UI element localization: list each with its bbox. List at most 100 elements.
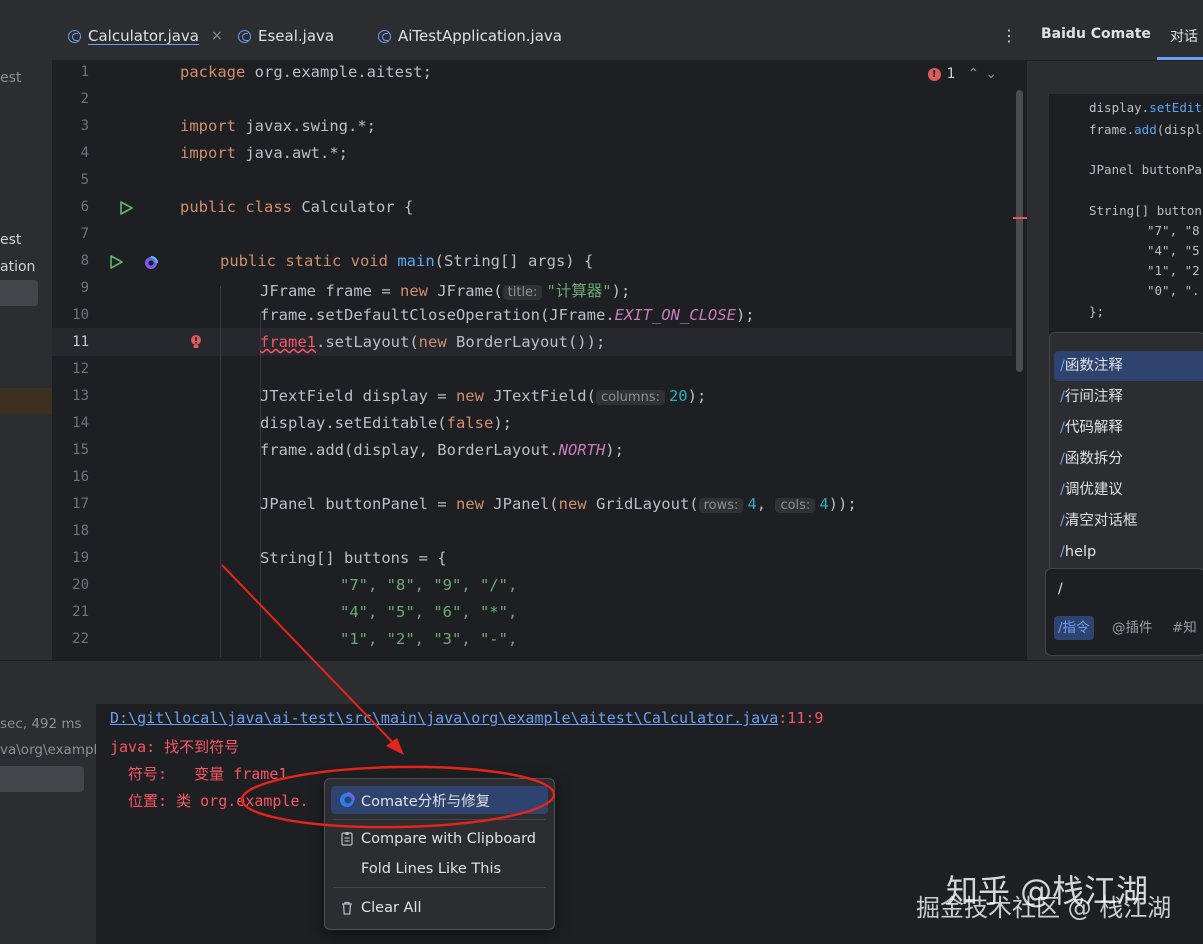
project-highlight-row[interactable]	[0, 388, 52, 414]
command-item[interactable]: /help	[1060, 537, 1096, 567]
tab-label: Calculator.java	[88, 27, 199, 45]
editor-scrollbar[interactable]	[1016, 90, 1023, 372]
project-item[interactable]: ation	[0, 259, 35, 275]
code-text: JPanel(	[483, 495, 559, 513]
run-class-icon[interactable]	[118, 200, 134, 220]
code-text: JFrame(	[427, 282, 503, 300]
comate-gutter-icon[interactable]	[144, 255, 158, 274]
comate-code-preview: display.setEdita frame.add(displa JPanel…	[1049, 94, 1203, 334]
error-symbol[interactable]: frame1	[260, 333, 316, 351]
plugin-chip[interactable]: @插件	[1108, 616, 1157, 640]
tab-chat-underline	[1157, 57, 1203, 60]
param-hint: title:	[502, 285, 543, 300]
code-line-11: frame1.setLayout(new BorderLayout());	[260, 333, 605, 351]
keyword: new	[455, 387, 484, 405]
line-number: 5	[80, 172, 89, 188]
preview-line: "0", ".	[1147, 283, 1200, 298]
line-number: 1	[80, 64, 89, 80]
command-item[interactable]: /清空对话框	[1060, 506, 1137, 536]
more-options-icon[interactable]: ⋮	[1001, 26, 1017, 45]
command-chip[interactable]: /指令	[1054, 616, 1094, 640]
line-number: 17	[72, 496, 89, 512]
keyword: new	[399, 282, 428, 300]
build-path[interactable]: va\org\example	[0, 742, 96, 758]
code-text: );	[605, 441, 624, 459]
code-line-15: frame.add(display, BorderLayout.NORTH);	[260, 441, 624, 459]
param-hint: rows:	[698, 498, 744, 513]
line-number: 20	[72, 577, 89, 593]
code-text: javax.swing.*;	[236, 117, 376, 135]
line-number: 18	[72, 523, 89, 539]
error-stripe-mark[interactable]	[1013, 217, 1027, 219]
next-error-icon[interactable]: ⌄	[985, 66, 997, 82]
command-item[interactable]: /行间注释	[1060, 382, 1123, 412]
code-text: org.example.aitest;	[245, 63, 432, 81]
tab-aitestapplication-java[interactable]: AiTestApplication.java	[378, 12, 562, 60]
java-class-icon	[378, 29, 391, 43]
code-text: Calculator {	[291, 198, 414, 216]
menu-item-label: Fold Lines Like This	[361, 861, 502, 877]
preview-line: "1", "2	[1147, 263, 1200, 278]
code-text: ));	[828, 495, 857, 513]
line-number: 16	[72, 469, 89, 485]
menu-item-comate-analyze[interactable]: Comate分析与修复	[331, 786, 548, 814]
code-line-14: display.setEditable(false);	[260, 414, 512, 432]
command-item[interactable]: /代码解释	[1060, 413, 1123, 443]
project-selected-row[interactable]	[0, 280, 38, 306]
prev-error-icon[interactable]: ⌃	[968, 66, 980, 82]
code-text: );	[611, 282, 631, 300]
command-item[interactable]: /函数拆分	[1060, 444, 1123, 474]
chat-input-value[interactable]: /	[1058, 581, 1063, 597]
project-item[interactable]: est	[0, 70, 21, 86]
java-class-icon	[68, 29, 81, 43]
tab-eseal-java[interactable]: Eseal.java	[238, 12, 334, 60]
menu-item-clear-all[interactable]: Clear All	[331, 894, 548, 922]
project-item[interactable]: est	[0, 232, 21, 248]
code-line-20: "7", "8", "9", "/",	[340, 576, 518, 594]
run-main-icon[interactable]	[108, 254, 124, 274]
blank-icon	[339, 861, 355, 877]
run-panel-header	[0, 660, 1203, 705]
tab-chat[interactable]: 对话	[1170, 26, 1198, 46]
keyword: import	[180, 117, 236, 135]
code-text: );	[687, 387, 707, 405]
editor-tab-bar: Calculator.java × Eseal.java AiTestAppli…	[52, 12, 1027, 61]
line-number: 13	[72, 388, 89, 404]
menu-item-fold-lines[interactable]: Fold Lines Like This	[331, 855, 548, 883]
output-line: 位置: 类 org.example.	[110, 792, 309, 810]
close-icon[interactable]: ×	[211, 28, 223, 44]
line-number: 11	[72, 334, 89, 350]
error-bulb-icon[interactable]	[189, 334, 203, 354]
code-line-17: JPanel buttonPanel = new JPanel(new Grid…	[260, 495, 857, 513]
menu-item-compare-clipboard[interactable]: Compare with Clipboard	[331, 825, 548, 853]
code-text: ,	[756, 495, 776, 513]
build-selected-row[interactable]	[0, 766, 84, 792]
number-literal: 20	[668, 387, 688, 405]
code-text: BorderLayout());	[446, 333, 606, 351]
error-count: 1	[946, 66, 956, 82]
code-line-13: JTextField display = new JTextField(colu…	[260, 387, 706, 405]
error-indicator[interactable]: ! 1 ⌃ ⌄	[927, 66, 997, 82]
keyword: package	[180, 63, 246, 81]
command-item[interactable]: /函数注释	[1054, 351, 1203, 381]
keyword: public class	[180, 198, 292, 216]
knowledge-chip[interactable]: #知	[1168, 616, 1201, 640]
keyword: new	[558, 495, 587, 513]
code-line-10: frame.setDefaultCloseOperation(JFrame.EX…	[260, 306, 755, 324]
code-editor[interactable]: 1 2 3 4 5 6 7 8 9 10 11 12 13 14 15 16 1…	[52, 60, 1027, 657]
command-item[interactable]: /调优建议	[1060, 475, 1123, 505]
line-number: 12	[72, 361, 89, 377]
chat-input[interactable]: / /指令 @插件 #知	[1045, 568, 1203, 656]
preview-line: "7", "8	[1147, 223, 1200, 238]
keyword: public static void	[220, 252, 388, 270]
error-file-link[interactable]: D:\git\local\java\ai-test\src\main\java\…	[110, 709, 778, 727]
number-literal: 4	[819, 495, 829, 513]
menu-item-label: Compare with Clipboard	[361, 831, 537, 847]
output-line: D:\git\local\java\ai-test\src\main\java\…	[110, 709, 823, 727]
project-panel: est est ation	[0, 0, 52, 660]
watermark-juejin: 掘金技术社区 @ 栈江湖	[916, 894, 1172, 922]
comate-panel: Baidu Comate 对话 display.setEdita frame.a…	[1027, 12, 1203, 660]
tab-calculator-java[interactable]: Calculator.java ×	[68, 12, 223, 60]
code-text: frame.add(display, BorderLayout.	[260, 441, 559, 459]
line-number: 8	[80, 253, 89, 269]
